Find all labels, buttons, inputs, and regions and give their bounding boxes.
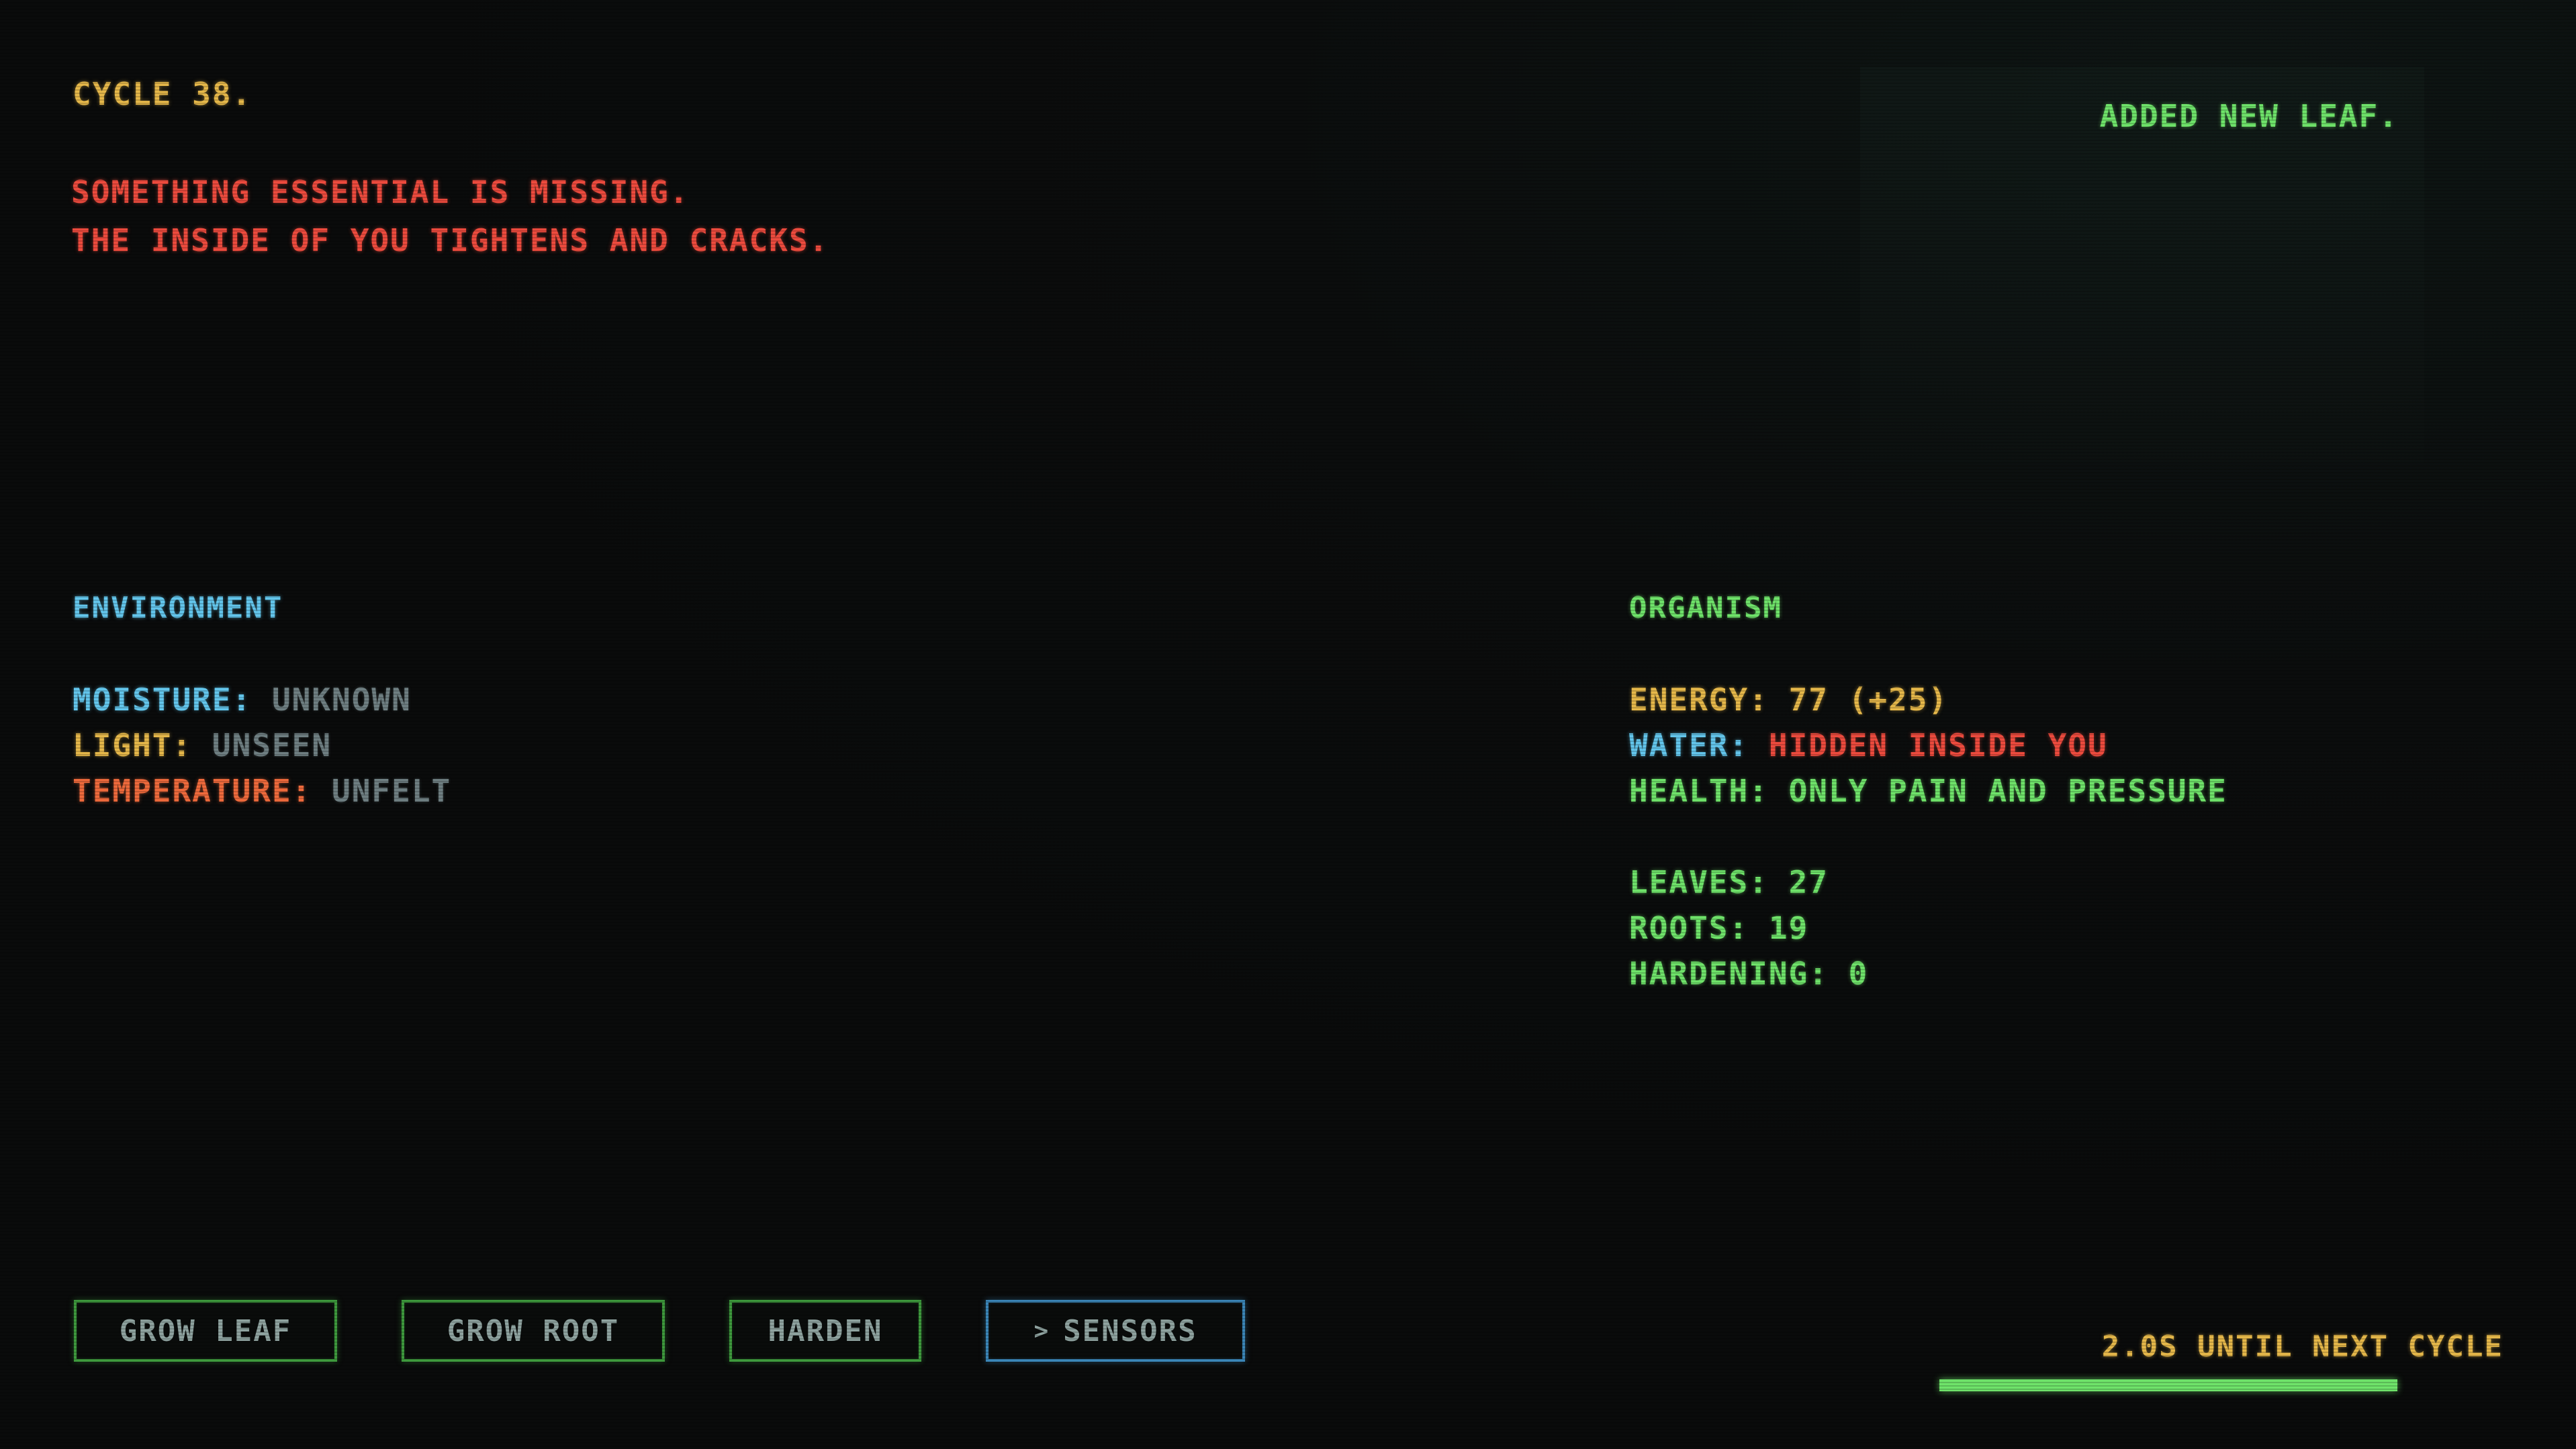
env-moisture-row: MOISTURE: UNKNOWN: [73, 681, 412, 718]
sensors-button[interactable]: > SENSORS: [986, 1300, 1245, 1362]
chevron-right-icon: >: [1033, 1317, 1050, 1345]
temperature-value: UNFELT: [332, 773, 452, 809]
moisture-label: MOISTURE:: [73, 682, 252, 718]
health-value: ONLY PAIN AND PRESSURE: [1788, 773, 2227, 809]
org-leaves-row: LEAVES: 27: [1629, 863, 1829, 901]
sensors-label: SENSORS: [1063, 1313, 1197, 1348]
environment-heading: ENVIRONMENT: [73, 591, 283, 625]
grow-root-button[interactable]: GROW ROOT: [402, 1300, 665, 1362]
roots-value: 19: [1768, 910, 1809, 946]
harden-button[interactable]: HARDEN: [729, 1300, 921, 1362]
cycle-progress-fill: [1939, 1379, 2397, 1391]
org-roots-row: ROOTS: 19: [1629, 909, 1808, 947]
org-energy-row: ENERGY: 77 (+25): [1629, 681, 1948, 718]
roots-label: ROOTS:: [1629, 910, 1749, 946]
cycle-timer-text: 2.0S UNTIL NEXT CYCLE: [2101, 1329, 2503, 1364]
health-label: HEALTH:: [1629, 773, 1769, 809]
water-value: HIDDEN INSIDE YOU: [1768, 727, 2108, 763]
moisture-value: UNKNOWN: [271, 682, 412, 718]
status-message-2: THE INSIDE OF YOU TIGHTENS AND CRACKS.: [71, 222, 829, 259]
event-log-latest: ADDED NEW LEAF.: [2099, 98, 2399, 134]
grow-leaf-button[interactable]: GROW LEAF: [74, 1300, 337, 1362]
hardening-value: 0: [1848, 955, 1869, 992]
grow-root-label: GROW ROOT: [447, 1313, 620, 1348]
org-water-row: WATER: HIDDEN INSIDE YOU: [1629, 727, 2108, 764]
water-label: WATER:: [1629, 727, 1749, 763]
energy-label: ENERGY:: [1629, 682, 1769, 718]
grow-leaf-label: GROW LEAF: [119, 1313, 292, 1348]
hardening-label: HARDENING:: [1629, 955, 1829, 992]
game-screen: CYCLE 38. SOMETHING ESSENTIAL IS MISSING…: [0, 0, 2576, 1449]
light-label: LIGHT:: [73, 727, 193, 763]
harden-label: HARDEN: [768, 1313, 883, 1348]
cycle-progress-bar: [1939, 1379, 2397, 1391]
light-value: UNSEEN: [212, 727, 332, 763]
status-message-1: SOMETHING ESSENTIAL IS MISSING.: [71, 174, 690, 210]
organism-heading: ORGANISM: [1629, 591, 1782, 625]
org-hardening-row: HARDENING: 0: [1629, 955, 1868, 992]
org-health-row: HEALTH: ONLY PAIN AND PRESSURE: [1629, 772, 2227, 810]
env-temperature-row: TEMPERATURE: UNFELT: [73, 772, 451, 810]
cycle-counter: CYCLE 38.: [73, 76, 252, 112]
env-light-row: LIGHT: UNSEEN: [73, 727, 332, 764]
leaves-label: LEAVES:: [1629, 864, 1769, 900]
energy-value: 77 (+25): [1788, 682, 1949, 718]
leaves-value: 27: [1788, 864, 1829, 900]
temperature-label: TEMPERATURE:: [73, 773, 312, 809]
